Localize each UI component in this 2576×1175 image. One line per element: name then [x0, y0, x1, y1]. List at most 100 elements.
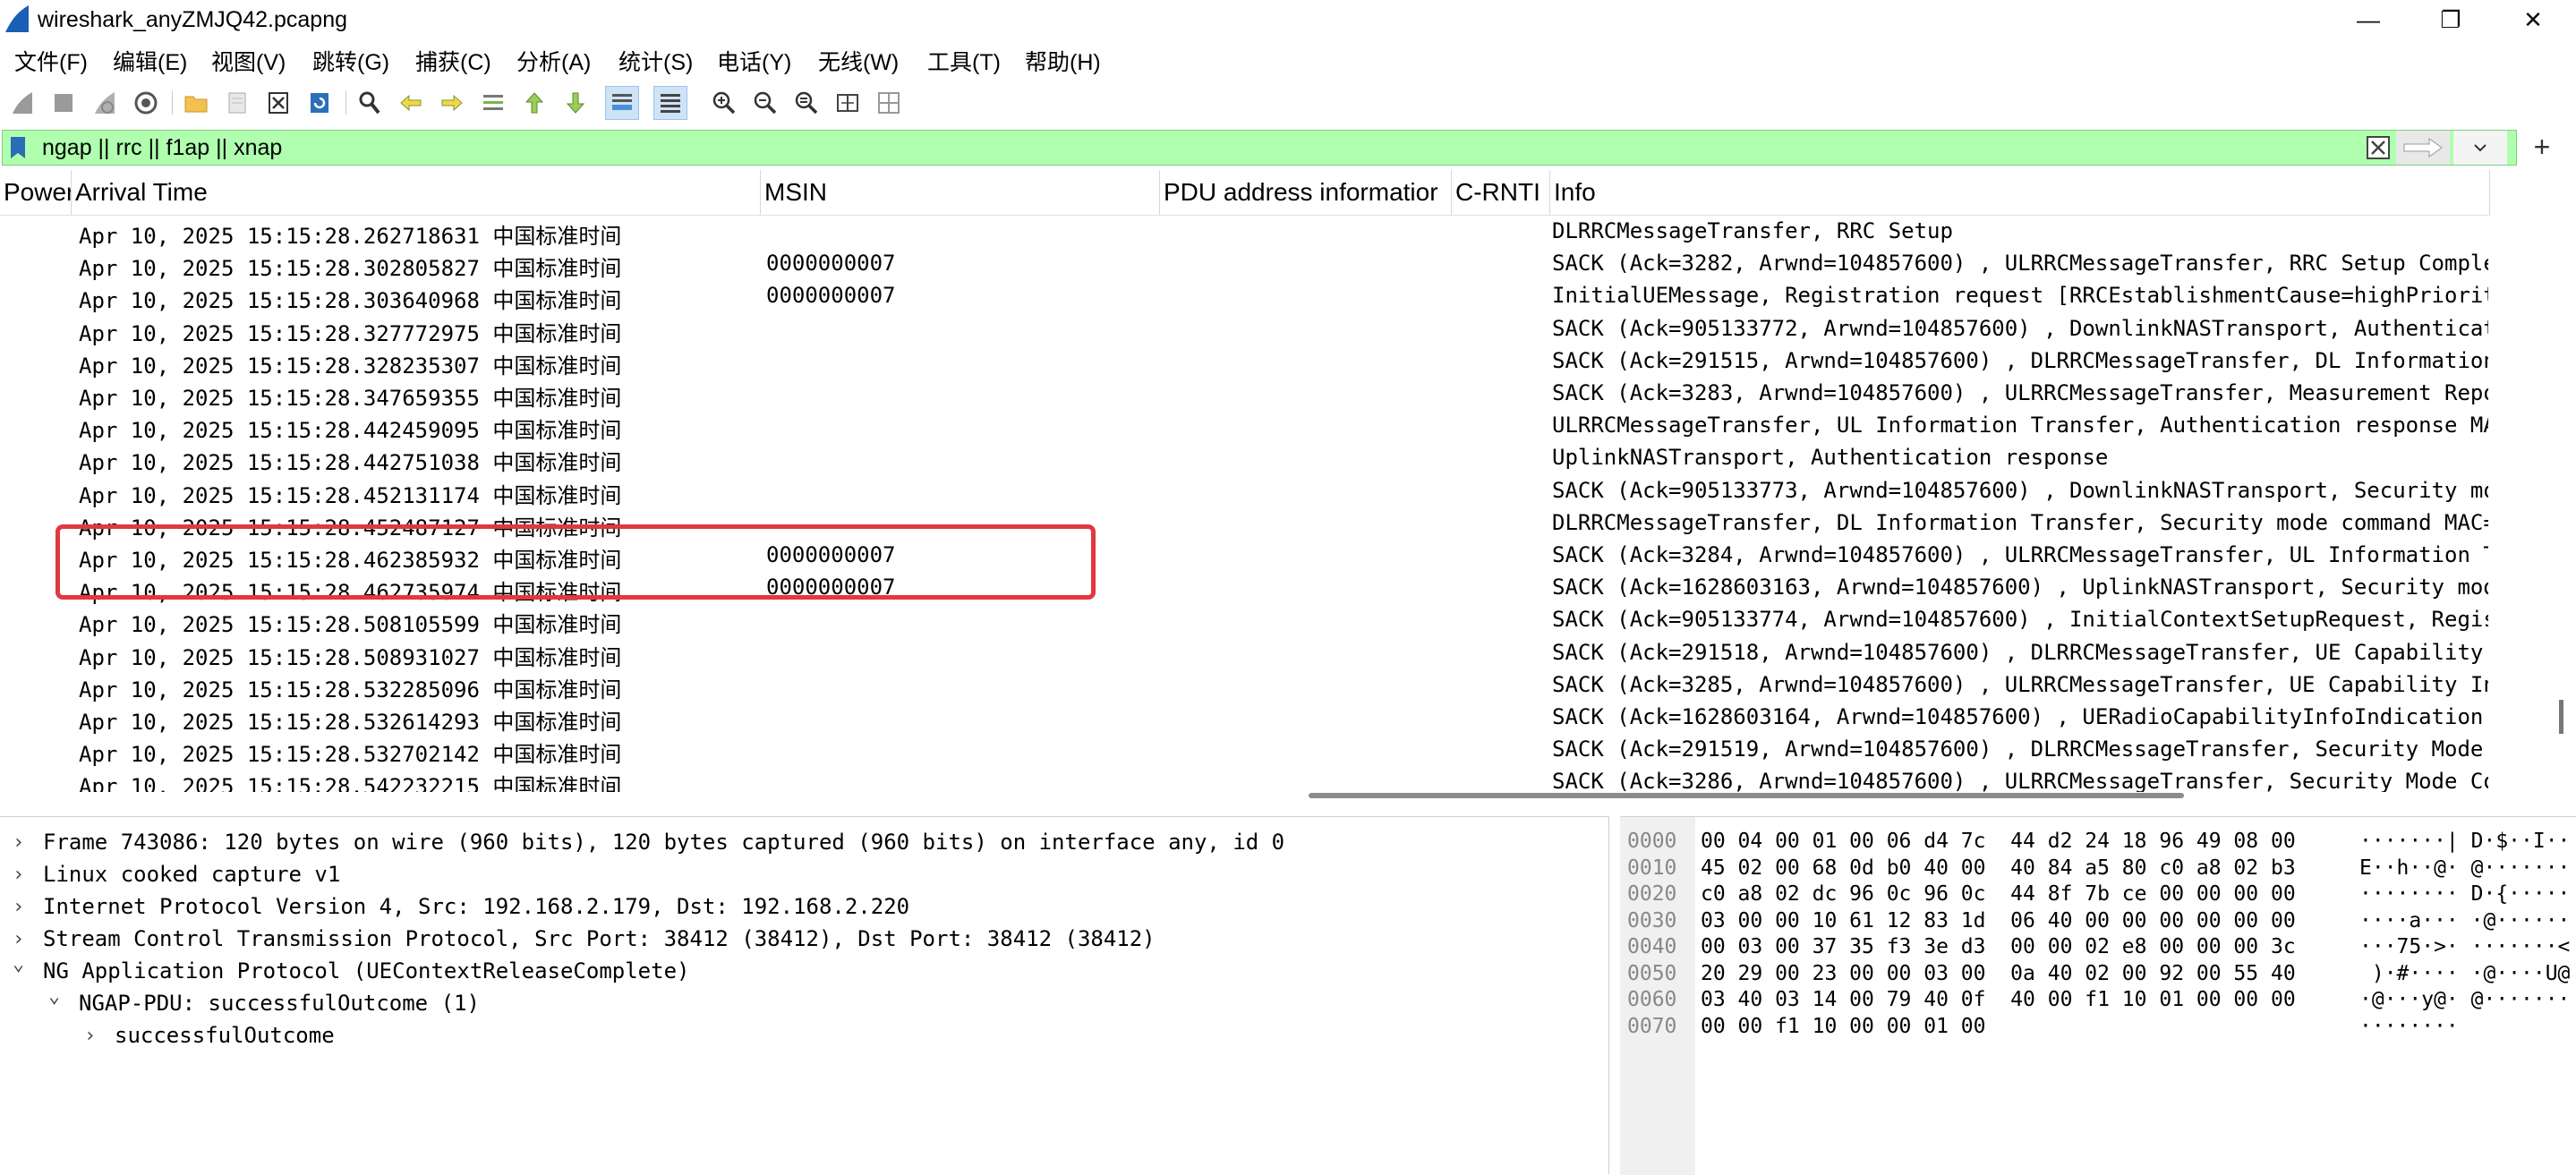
column-header-c-rnti[interactable]: C-RNTI [1452, 170, 1550, 215]
menu-analyze[interactable]: 分析(A) [516, 45, 591, 77]
hex-ascii[interactable]: ···75·>· ·······< [2359, 935, 2576, 962]
packet-row[interactable]: Apr 10, 2025 15:15:28.532614293 中国标准时间 SA… [0, 701, 2490, 735]
first-packet-icon[interactable] [517, 86, 551, 120]
close-button[interactable]: ✕ [2492, 0, 2574, 39]
go-back-icon[interactable] [394, 86, 428, 120]
stop-capture-icon[interactable] [47, 86, 81, 120]
hex-bytes[interactable]: 03 00 00 10 61 12 83 1d 06 40 00 00 00 0… [1701, 909, 2296, 936]
menu-statistics[interactable]: 统计(S) [618, 45, 693, 77]
resize-columns-icon[interactable] [831, 86, 865, 120]
zoom-out-icon[interactable] [748, 86, 782, 120]
detail-tree-item[interactable]: › Stream Control Transmission Protocol, S… [0, 926, 1602, 958]
packet-row[interactable]: Apr 10, 2025 15:15:28.442751038 中国标准时间 Up… [0, 441, 2490, 475]
reload-file-icon[interactable] [303, 86, 337, 120]
restore-button[interactable]: ❐ [2410, 0, 2492, 39]
packet-info: SACK (Ack=905133772, Arwnd=104857600) , … [1552, 315, 2488, 341]
hex-bytes[interactable]: 20 29 00 23 00 00 03 00 0a 40 02 00 92 0… [1701, 962, 2296, 989]
packet-row[interactable]: Apr 10, 2025 15:15:28.508105599 中国标准时间 SA… [0, 603, 2490, 637]
hex-bytes[interactable]: c0 a8 02 dc 96 0c 96 0c 44 8f 7b ce 00 0… [1701, 882, 2296, 909]
detail-tree-item[interactable]: › Internet Protocol Version 4, Src: 192.1… [0, 894, 1602, 926]
packet-row[interactable]: Apr 10, 2025 15:15:28.452131174 中国标准时间 SA… [0, 474, 2490, 508]
layout-icon[interactable] [872, 86, 906, 120]
menu-wireless[interactable]: 无线(W) [818, 45, 899, 77]
filter-bookmark-icon[interactable] [8, 135, 28, 160]
menu-go[interactable]: 跳转(G) [312, 45, 389, 77]
find-packet-icon[interactable] [353, 86, 387, 120]
column-header-pdu-address[interactable]: PDU address informatior [1160, 170, 1452, 215]
column-header-arrival-time[interactable]: Arrival Time [72, 170, 761, 215]
packet-row[interactable]: Apr 10, 2025 15:15:28.542232215 中国标准时间 SA… [0, 765, 2490, 792]
menu-file[interactable]: 文件(F) [14, 45, 88, 77]
packet-row[interactable]: Apr 10, 2025 15:15:28.262718631 中国标准时间 DL… [0, 215, 2490, 249]
chevron-right-icon[interactable]: › [13, 864, 24, 886]
chevron-right-icon[interactable]: › [13, 831, 24, 854]
chevron-right-icon[interactable]: › [84, 1025, 96, 1047]
packet-list-scroll-thumb[interactable] [2559, 700, 2563, 734]
packet-row[interactable]: Apr 10, 2025 15:15:28.327772975 中国标准时间 SA… [0, 312, 2490, 346]
colorize-icon[interactable] [653, 86, 687, 120]
hex-bytes[interactable]: 45 02 00 68 0d b0 40 00 40 84 a5 80 c0 a… [1701, 856, 2296, 883]
normal-size-icon[interactable] [789, 86, 823, 120]
packet-row[interactable]: Apr 10, 2025 15:15:28.347659355 中国标准时间 SA… [0, 377, 2490, 411]
menu-help[interactable]: 帮助(H) [1025, 45, 1101, 77]
hex-bytes[interactable]: 03 40 03 14 00 79 40 0f 40 00 f1 10 01 0… [1701, 988, 2296, 1015]
packet-info: ULRRCMessageTransfer, UL Information Tra… [1552, 413, 2488, 438]
menu-capture[interactable]: 捕获(C) [415, 45, 491, 77]
detail-tree-item[interactable]: › successfulOutcome [0, 1023, 1602, 1055]
detail-tree-item[interactable]: ⌄ NG Application Protocol (UEContextRelea… [0, 953, 1602, 991]
detail-tree-item[interactable]: › Linux cooked capture v1 [0, 862, 1602, 894]
hex-bytes[interactable]: 00 04 00 01 00 06 d4 7c 44 d2 24 18 96 4… [1701, 830, 2296, 856]
chevron-down-icon[interactable]: ⌄ [13, 953, 24, 975]
chevron-right-icon[interactable]: › [13, 896, 24, 918]
minimize-button[interactable]: — [2327, 0, 2410, 39]
packet-row[interactable]: Apr 10, 2025 15:15:28.302805827 中国标准时间 00… [0, 247, 2490, 281]
column-header-info[interactable]: Info [1550, 170, 2490, 215]
column-header-power[interactable]: Power [0, 170, 72, 215]
packet-row[interactable]: Apr 10, 2025 15:15:28.303640968 中国标准时间 00… [0, 279, 2490, 313]
detail-tree-item[interactable]: › Frame 743086: 120 bytes on wire (960 bi… [0, 830, 1602, 862]
packet-list-scrollbar[interactable] [2490, 170, 2576, 792]
menu-telephony[interactable]: 电话(Y) [717, 45, 791, 77]
go-forward-icon[interactable] [435, 86, 469, 120]
go-to-packet-icon[interactable] [476, 86, 510, 120]
hex-ascii[interactable]: ····a··· ·@······ [2359, 909, 2576, 936]
zoom-in-icon[interactable] [707, 86, 741, 120]
hex-bytes[interactable]: 00 03 00 37 35 f3 3e d3 00 00 02 e8 00 0… [1701, 935, 2296, 962]
packet-arrival-time: Apr 10, 2025 15:15:28.542232215 中国标准时间 [79, 774, 622, 792]
menu-tools[interactable]: 工具(T) [927, 45, 1001, 77]
filter-clear-button[interactable] [2364, 131, 2393, 165]
packet-row[interactable]: Apr 10, 2025 15:15:28.328235307 中国标准时间 SA… [0, 345, 2490, 379]
packet-row[interactable]: Apr 10, 2025 15:15:28.532702142 中国标准时间 SA… [0, 733, 2490, 767]
packet-list-hscroll-thumb[interactable] [1309, 793, 2184, 798]
capture-options-icon[interactable] [129, 86, 163, 120]
start-capture-icon[interactable] [5, 86, 39, 120]
last-packet-icon[interactable] [559, 86, 593, 120]
hex-ascii[interactable]: ·······| D·$··I·· [2359, 830, 2576, 856]
hex-bytes[interactable]: 00 00 f1 10 00 00 01 00 [1701, 1015, 1986, 1042]
chevron-down-icon[interactable]: ⌄ [48, 985, 60, 1008]
packet-row[interactable]: Apr 10, 2025 15:15:28.532285096 中国标准时间 SA… [0, 668, 2490, 702]
close-file-icon[interactable] [261, 86, 295, 120]
hex-ascii[interactable]: ········ D·{····· [2359, 882, 2576, 909]
menu-edit[interactable]: 编辑(E) [113, 45, 187, 77]
column-header-msin[interactable]: MSIN [761, 170, 1160, 215]
menu-view[interactable]: 视图(V) [211, 45, 286, 77]
hex-ascii[interactable]: )·#···· ·@····U@ [2359, 962, 2576, 989]
display-filter-input[interactable] [42, 133, 2369, 162]
restart-capture-icon[interactable] [88, 86, 122, 120]
add-filter-button[interactable]: + [2524, 127, 2560, 166]
packet-row[interactable]: Apr 10, 2025 15:15:28.508931027 中国标准时间 SA… [0, 636, 2490, 670]
filter-history-dropdown[interactable] [2453, 131, 2507, 165]
chevron-right-icon[interactable]: › [13, 928, 24, 950]
hex-ascii[interactable]: ········ [2359, 1015, 2576, 1042]
hex-ascii[interactable]: ·@···y@· @······· [2359, 988, 2576, 1015]
open-file-icon[interactable] [179, 86, 213, 120]
autoscroll-icon[interactable] [605, 86, 639, 120]
apply-filter-button[interactable] [2396, 131, 2450, 165]
packet-details-pane: › Frame 743086: 120 bytes on wire (960 bi… [0, 816, 1609, 1174]
packet-row[interactable]: Apr 10, 2025 15:15:28.442459095 中国标准时间 UL… [0, 409, 2490, 443]
detail-tree-item[interactable]: ⌄ NGAP-PDU: successfulOutcome (1) [0, 985, 1602, 1023]
save-file-icon[interactable] [220, 86, 254, 120]
detail-tree-label: Linux cooked capture v1 [43, 862, 341, 887]
hex-ascii[interactable]: E··h··@· @······· [2359, 856, 2576, 883]
